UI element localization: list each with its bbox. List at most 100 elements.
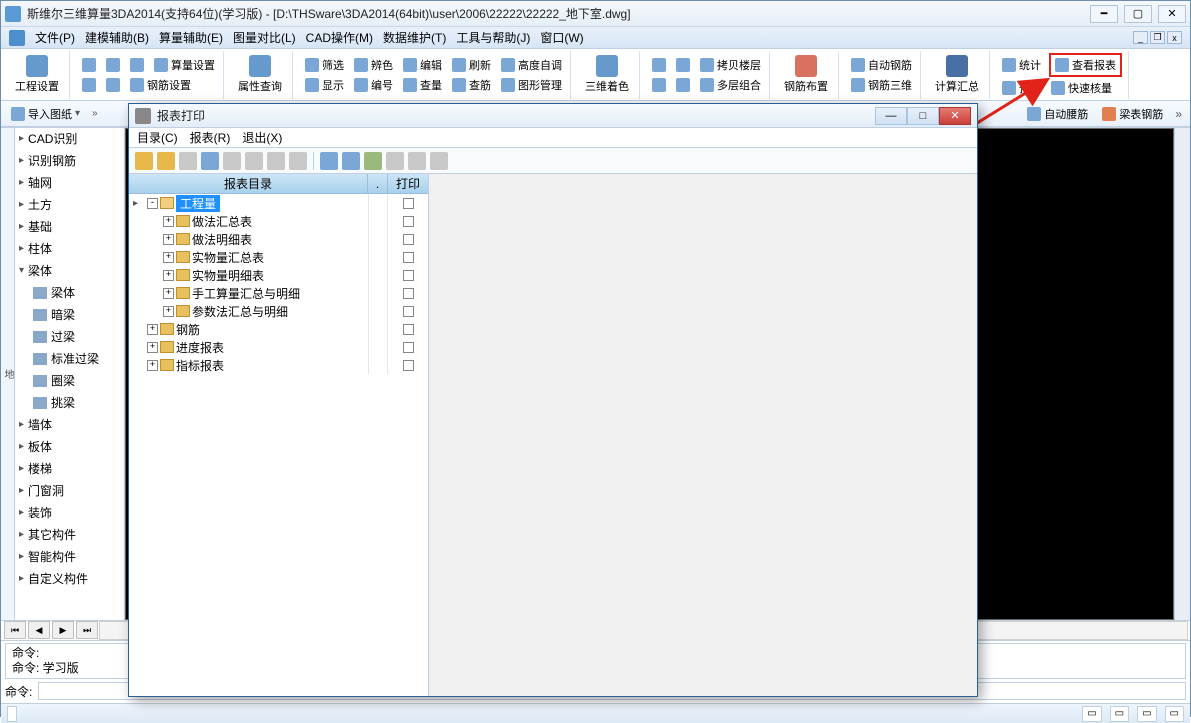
expand-toggle[interactable]: -: [147, 198, 158, 209]
print-checkbox[interactable]: [403, 288, 414, 299]
drawing-mgr-button[interactable]: 图形管理: [499, 76, 564, 94]
sidebar-item[interactable]: ▸自定义构件: [15, 568, 124, 590]
print-checkbox[interactable]: [403, 306, 414, 317]
tb-uncheckall-icon[interactable]: [289, 152, 307, 170]
save-button[interactable]: [128, 56, 146, 74]
dialog-menu-report[interactable]: 报表(R): [190, 129, 231, 146]
stats-button[interactable]: 统计: [1000, 53, 1043, 77]
tab-first-button[interactable]: ⏮: [4, 621, 26, 639]
new-button[interactable]: [80, 56, 98, 74]
cube2-button[interactable]: [674, 56, 692, 74]
dialog-menu-catalog[interactable]: 目录(C): [137, 129, 178, 146]
vertical-scrollbar[interactable]: [1174, 128, 1190, 620]
status-seg5[interactable]: ▭: [1165, 706, 1184, 722]
minimize-button[interactable]: ━: [1090, 5, 1118, 23]
preview-button[interactable]: 预览: [1000, 79, 1043, 97]
tree-row[interactable]: +实物量汇总表: [129, 248, 428, 266]
mdi-restore-button[interactable]: ❐: [1150, 31, 1165, 44]
dialog-titlebar[interactable]: 报表打印 — □ ✕: [129, 104, 977, 128]
sidebar-item[interactable]: 圈梁: [15, 370, 124, 392]
dialog-minimize-button[interactable]: —: [875, 107, 907, 125]
view-report-button[interactable]: 查看报表: [1049, 53, 1122, 77]
tb-page-icon[interactable]: [386, 152, 404, 170]
expand-toggle[interactable]: +: [147, 324, 158, 335]
menu-compare[interactable]: 图量对比(L): [233, 29, 296, 46]
print-checkbox[interactable]: [403, 342, 414, 353]
sidebar-item[interactable]: 挑梁: [15, 392, 124, 414]
mdi-min-button[interactable]: _: [1133, 31, 1148, 44]
sidebar-item[interactable]: ▸识别钢筋: [15, 150, 124, 172]
menu-file[interactable]: 文件(P): [35, 29, 75, 46]
open-button[interactable]: [104, 56, 122, 74]
menu-cad[interactable]: CAD操作(M): [306, 29, 373, 46]
sidebar-item[interactable]: 过梁: [15, 326, 124, 348]
tb-copy-icon[interactable]: [201, 152, 219, 170]
beam-table-button[interactable]: 梁表钢筋: [1100, 105, 1165, 123]
square-button[interactable]: [104, 76, 122, 94]
sidebar-item[interactable]: ▸楼梯: [15, 458, 124, 480]
tb-folder-icon[interactable]: [157, 152, 175, 170]
expand-toggle[interactable]: +: [163, 234, 174, 245]
tree-row[interactable]: +指标报表: [129, 356, 428, 374]
print-checkbox[interactable]: [403, 324, 414, 335]
dialog-maximize-button[interactable]: □: [907, 107, 939, 125]
filter-button[interactable]: 筛选: [303, 56, 346, 74]
dialog-menu-exit[interactable]: 退出(X): [242, 129, 282, 146]
tree-row[interactable]: +进度报表: [129, 338, 428, 356]
sidebar-item[interactable]: ▸墙体: [15, 414, 124, 436]
sidebar-item[interactable]: ▸其它构件: [15, 524, 124, 546]
multi-floor-button[interactable]: 多层组合: [698, 76, 763, 94]
menu-calc[interactable]: 算量辅助(E): [159, 29, 223, 46]
tb-next-icon[interactable]: [430, 152, 448, 170]
print-checkbox[interactable]: [403, 198, 414, 209]
tb-delete-icon[interactable]: [223, 152, 241, 170]
expand-toggle[interactable]: +: [163, 270, 174, 281]
check-qty-button[interactable]: 查量: [401, 76, 444, 94]
tree-row[interactable]: +参数法汇总与明细: [129, 302, 428, 320]
tree-row[interactable]: +做法明细表: [129, 230, 428, 248]
print-checkbox[interactable]: [403, 270, 414, 281]
quick-check-button[interactable]: 快速核量: [1049, 79, 1114, 97]
tree-row[interactable]: ▸-工程量: [129, 194, 428, 212]
maximize-button[interactable]: ▢: [1124, 5, 1152, 23]
auto-rebar-button[interactable]: 自动钢筋: [849, 56, 914, 74]
tree-row[interactable]: +手工算量汇总与明细: [129, 284, 428, 302]
import-drawing-button[interactable]: 导入图纸▾: [9, 105, 82, 123]
tb-excel-icon[interactable]: [364, 152, 382, 170]
mdi-close-button[interactable]: x: [1167, 31, 1182, 44]
status-seg3[interactable]: ▭: [1110, 706, 1129, 722]
sidebar-item[interactable]: 标准过梁: [15, 348, 124, 370]
tb-print-icon[interactable]: [320, 152, 338, 170]
3d-shade-button[interactable]: 三维着色: [581, 53, 633, 96]
slice2-button[interactable]: [674, 76, 692, 94]
sidebar-item[interactable]: ▸装饰: [15, 502, 124, 524]
sidebar-item[interactable]: 梁体: [15, 282, 124, 304]
expand-toggle[interactable]: +: [163, 216, 174, 227]
tab-next-button[interactable]: ▶: [52, 621, 74, 639]
status-seg4[interactable]: ▭: [1137, 706, 1156, 722]
height-adjust-button[interactable]: 高度自调: [499, 56, 564, 74]
sidebar-item[interactable]: ▸土方: [15, 194, 124, 216]
expand-toggle[interactable]: +: [147, 360, 158, 371]
check-rebar-button[interactable]: 查筋: [450, 76, 493, 94]
sidebar-item[interactable]: ▸CAD识别: [15, 128, 124, 150]
tree-row[interactable]: +做法汇总表: [129, 212, 428, 230]
menu-window[interactable]: 窗口(W): [540, 29, 583, 46]
tab-prev-button[interactable]: ◀: [28, 621, 50, 639]
expand-toggle[interactable]: +: [163, 288, 174, 299]
cube1-button[interactable]: [650, 56, 668, 74]
color-button[interactable]: 辨色: [352, 56, 395, 74]
close-button[interactable]: ✕: [1158, 5, 1186, 23]
tb-export-icon[interactable]: [342, 152, 360, 170]
sidebar-item[interactable]: ▸柱体: [15, 238, 124, 260]
calc-settings-button[interactable]: 算量设置: [152, 56, 217, 74]
expand-toggle[interactable]: +: [147, 342, 158, 353]
left-edge-handle[interactable]: 地: [1, 128, 15, 620]
slice1-button[interactable]: [650, 76, 668, 94]
sidebar-item[interactable]: ▸智能构件: [15, 546, 124, 568]
tab-last-button[interactable]: ⏭: [76, 621, 98, 639]
calc-summary-button[interactable]: 计算汇总: [931, 53, 983, 96]
tb-checkall-icon[interactable]: [267, 152, 285, 170]
sidebar-item[interactable]: ▸基础: [15, 216, 124, 238]
menu-tools[interactable]: 工具与帮助(J): [456, 29, 530, 46]
